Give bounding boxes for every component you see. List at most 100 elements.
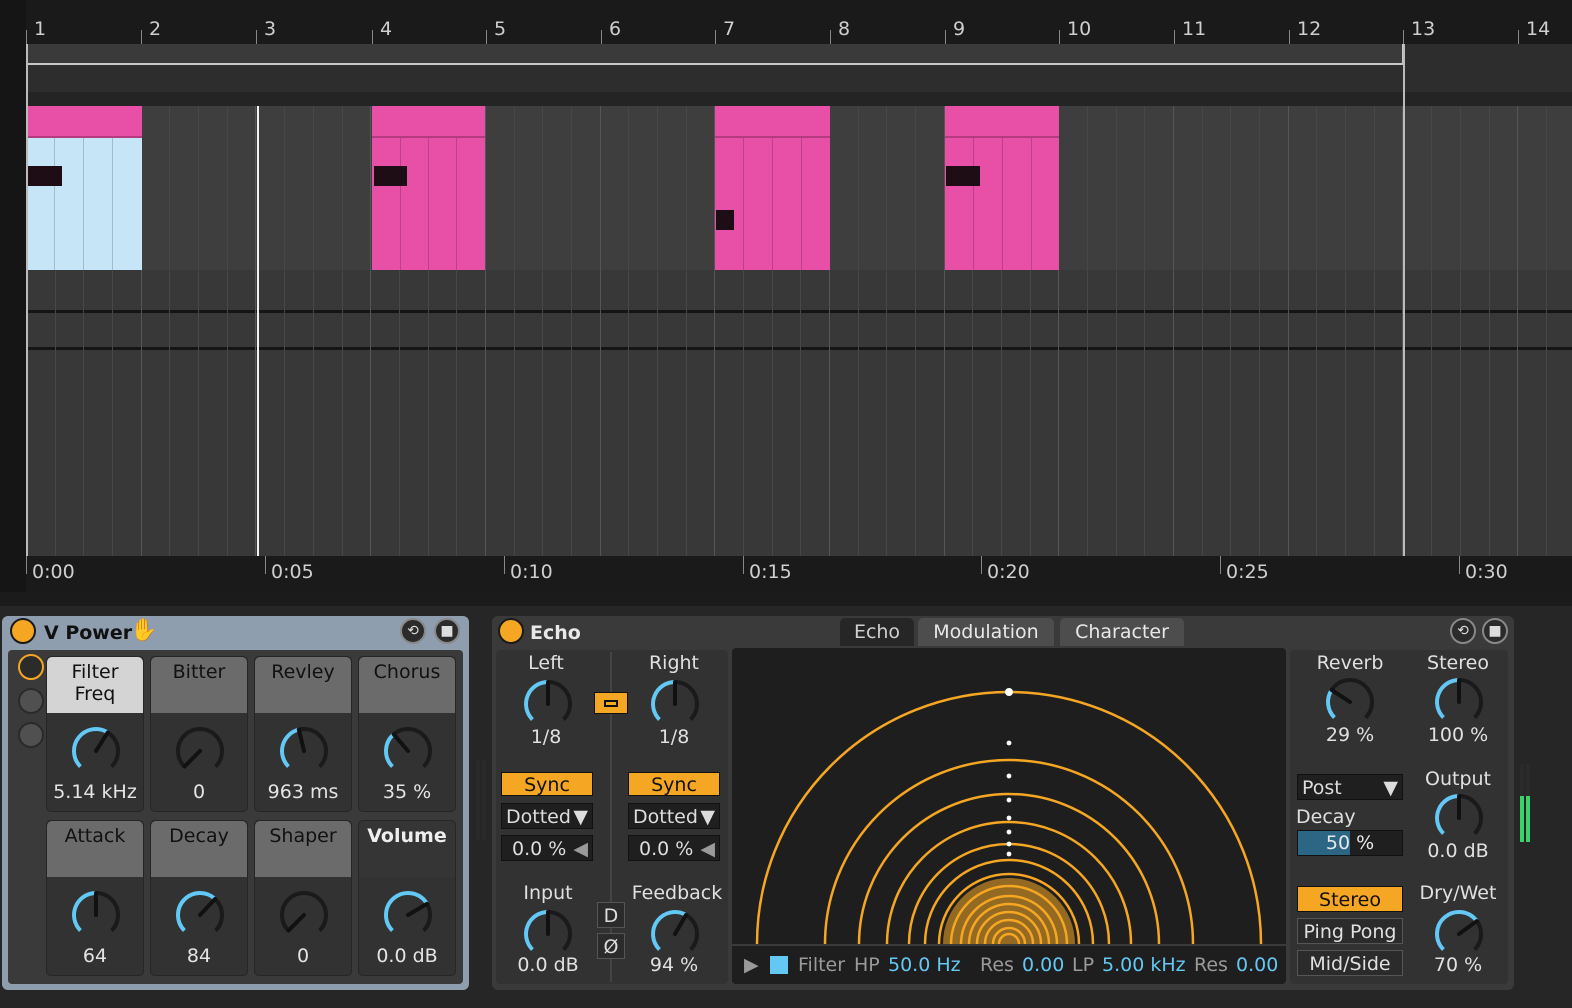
macro-knob[interactable]	[276, 723, 332, 779]
time-label: 0:30	[1465, 561, 1508, 583]
macro-label[interactable]: Bitter	[151, 657, 247, 713]
link-icon[interactable]	[594, 692, 628, 714]
macro-label[interactable]: Shaper	[255, 821, 351, 877]
bar-number: 1	[34, 18, 47, 40]
macro-label[interactable]: Decay	[151, 821, 247, 877]
echo-power-button[interactable]	[498, 618, 524, 644]
macro-knob[interactable]	[172, 887, 228, 943]
midi-clip-selected[interactable]	[26, 106, 142, 270]
right-mode-dropdown[interactable]: Dotted ▼	[628, 803, 720, 829]
phase-invert-button[interactable]: Ø	[597, 933, 625, 959]
output-knob[interactable]	[1431, 790, 1487, 846]
clip-title-bar[interactable]	[26, 106, 142, 138]
decay-value: 50 %	[1325, 832, 1375, 854]
macro-label[interactable]: Filter Freq	[47, 657, 143, 713]
stereo-knob[interactable]	[1431, 674, 1487, 730]
left-triangle-icon: ◀	[573, 838, 588, 860]
echo-visualization[interactable]: ▶ Filter HP 50.0 Hz Res 0.00 LP 5.00 kHz…	[732, 648, 1286, 984]
macro-label[interactable]: Attack	[47, 821, 143, 877]
macro-attack[interactable]: Attack 64	[46, 820, 144, 976]
bar-tick	[1518, 30, 1519, 44]
save-preset-icon[interactable]: ■	[434, 618, 460, 644]
macro-knob[interactable]	[172, 723, 228, 779]
midi-clip[interactable]	[372, 106, 485, 270]
left-mode-dropdown[interactable]: Dotted ▼	[501, 803, 593, 829]
hp-value[interactable]: 50.0 Hz	[888, 954, 961, 976]
macro-shaper[interactable]: Shaper 0	[254, 820, 352, 976]
clip-title-bar[interactable]	[372, 106, 485, 138]
right-offset-field[interactable]: 0.0 % ◀	[628, 835, 720, 861]
tab-echo[interactable]: Echo	[840, 618, 914, 646]
d-button[interactable]: D	[597, 902, 625, 928]
time-tick	[1220, 556, 1221, 574]
bar-tick	[141, 30, 142, 44]
rack-power-button[interactable]	[10, 618, 36, 644]
macro-chorus[interactable]: Chorus 35 %	[358, 656, 456, 812]
macro-knob[interactable]	[276, 887, 332, 943]
loop-brace[interactable]	[26, 44, 1404, 65]
loop-start-marker[interactable]	[26, 44, 28, 556]
clip-title-bar[interactable]	[945, 106, 1059, 138]
macro-knob[interactable]	[68, 723, 124, 779]
tab-character[interactable]: Character	[1060, 618, 1184, 646]
res1-value[interactable]: 0.00	[1022, 954, 1064, 976]
macro-mapping-icon[interactable]	[18, 654, 44, 680]
dropdown-arrow-icon: ▼	[573, 806, 588, 828]
device-view-icon[interactable]	[18, 722, 44, 748]
time-ruler[interactable]: 0:00 0:05 0:10 0:15 0:20 0:25 0:30	[26, 556, 1572, 592]
beat-time-ruler[interactable]: 1 2 3 4 5 6 7 8 9 10 11 12 13 14	[26, 0, 1572, 44]
macro-decay[interactable]: Decay 84	[150, 820, 248, 976]
hot-swap-icon[interactable]: ⟲	[1450, 618, 1476, 644]
time-tick	[1459, 556, 1460, 574]
mode-stereo-button[interactable]: Stereo	[1297, 886, 1403, 912]
hot-swap-icon[interactable]: ⟲	[400, 618, 426, 644]
loop-end-marker[interactable]	[1403, 44, 1405, 556]
macro-knob[interactable]	[380, 887, 436, 943]
macro-bitter[interactable]: Bitter 0	[150, 656, 248, 812]
bar-number: 11	[1182, 18, 1207, 40]
filter-enable-toggle[interactable]	[770, 956, 788, 974]
left-offset-field[interactable]: 0.0 % ◀	[501, 835, 593, 861]
track-header-strip	[26, 92, 1572, 106]
lp-value[interactable]: 5.00 kHz	[1102, 954, 1186, 976]
macro-filter-freq[interactable]: Filter Freq 5.14 kHz	[46, 656, 144, 812]
macro-knob[interactable]	[68, 887, 124, 943]
save-preset-icon[interactable]: ■	[1482, 618, 1508, 644]
macro-value: 0.0 dB	[376, 945, 438, 967]
macro-revley[interactable]: Revley 963 ms	[254, 656, 352, 812]
playhead[interactable]	[257, 106, 259, 556]
bar-number: 5	[494, 18, 507, 40]
macro-label[interactable]: Revley	[255, 657, 351, 713]
arrangement-view: 1 2 3 4 5 6 7 8 9 10 11 12 13 14 0:00 0:05 0:10 0:15 0:20…	[0, 0, 1572, 592]
play-icon[interactable]: ▶	[744, 954, 759, 976]
macro-volume[interactable]: Volume 0.0 dB	[358, 820, 456, 976]
bar-number: 7	[723, 18, 736, 40]
decay-slider[interactable]: 50 %	[1297, 830, 1403, 856]
midi-note[interactable]	[716, 210, 734, 230]
clip-title-bar[interactable]	[715, 106, 830, 138]
left-sync-button[interactable]: Sync	[501, 772, 593, 796]
left-time-knob[interactable]	[520, 676, 576, 732]
res2-value[interactable]: 0.00	[1236, 954, 1278, 976]
dropdown-arrow-icon: ▼	[700, 806, 715, 828]
output-label: Output	[1425, 768, 1491, 790]
macro-label[interactable]: Volume	[359, 821, 455, 877]
midi-note[interactable]	[374, 166, 407, 186]
right-time-knob[interactable]	[647, 676, 703, 732]
chain-list-icon[interactable]	[18, 688, 44, 714]
echo-tunnel-display[interactable]	[732, 648, 1286, 984]
reverb-position-dropdown[interactable]: Post ▼	[1297, 774, 1403, 800]
midi-note[interactable]	[28, 166, 62, 186]
tab-modulation[interactable]: Modulation	[918, 618, 1054, 646]
midi-clip[interactable]	[715, 106, 830, 270]
bar-tick	[1174, 30, 1175, 44]
mode-midside-button[interactable]: Mid/Side	[1297, 950, 1403, 976]
macro-label[interactable]: Chorus	[359, 657, 455, 713]
macro-knob[interactable]	[380, 723, 436, 779]
midi-note[interactable]	[946, 166, 980, 186]
mode-pingpong-button[interactable]: Ping Pong	[1297, 918, 1403, 944]
reverb-knob[interactable]	[1322, 674, 1378, 730]
midi-clip[interactable]	[945, 106, 1059, 270]
left-mode-value: Dotted	[506, 806, 571, 828]
right-sync-button[interactable]: Sync	[628, 772, 720, 796]
